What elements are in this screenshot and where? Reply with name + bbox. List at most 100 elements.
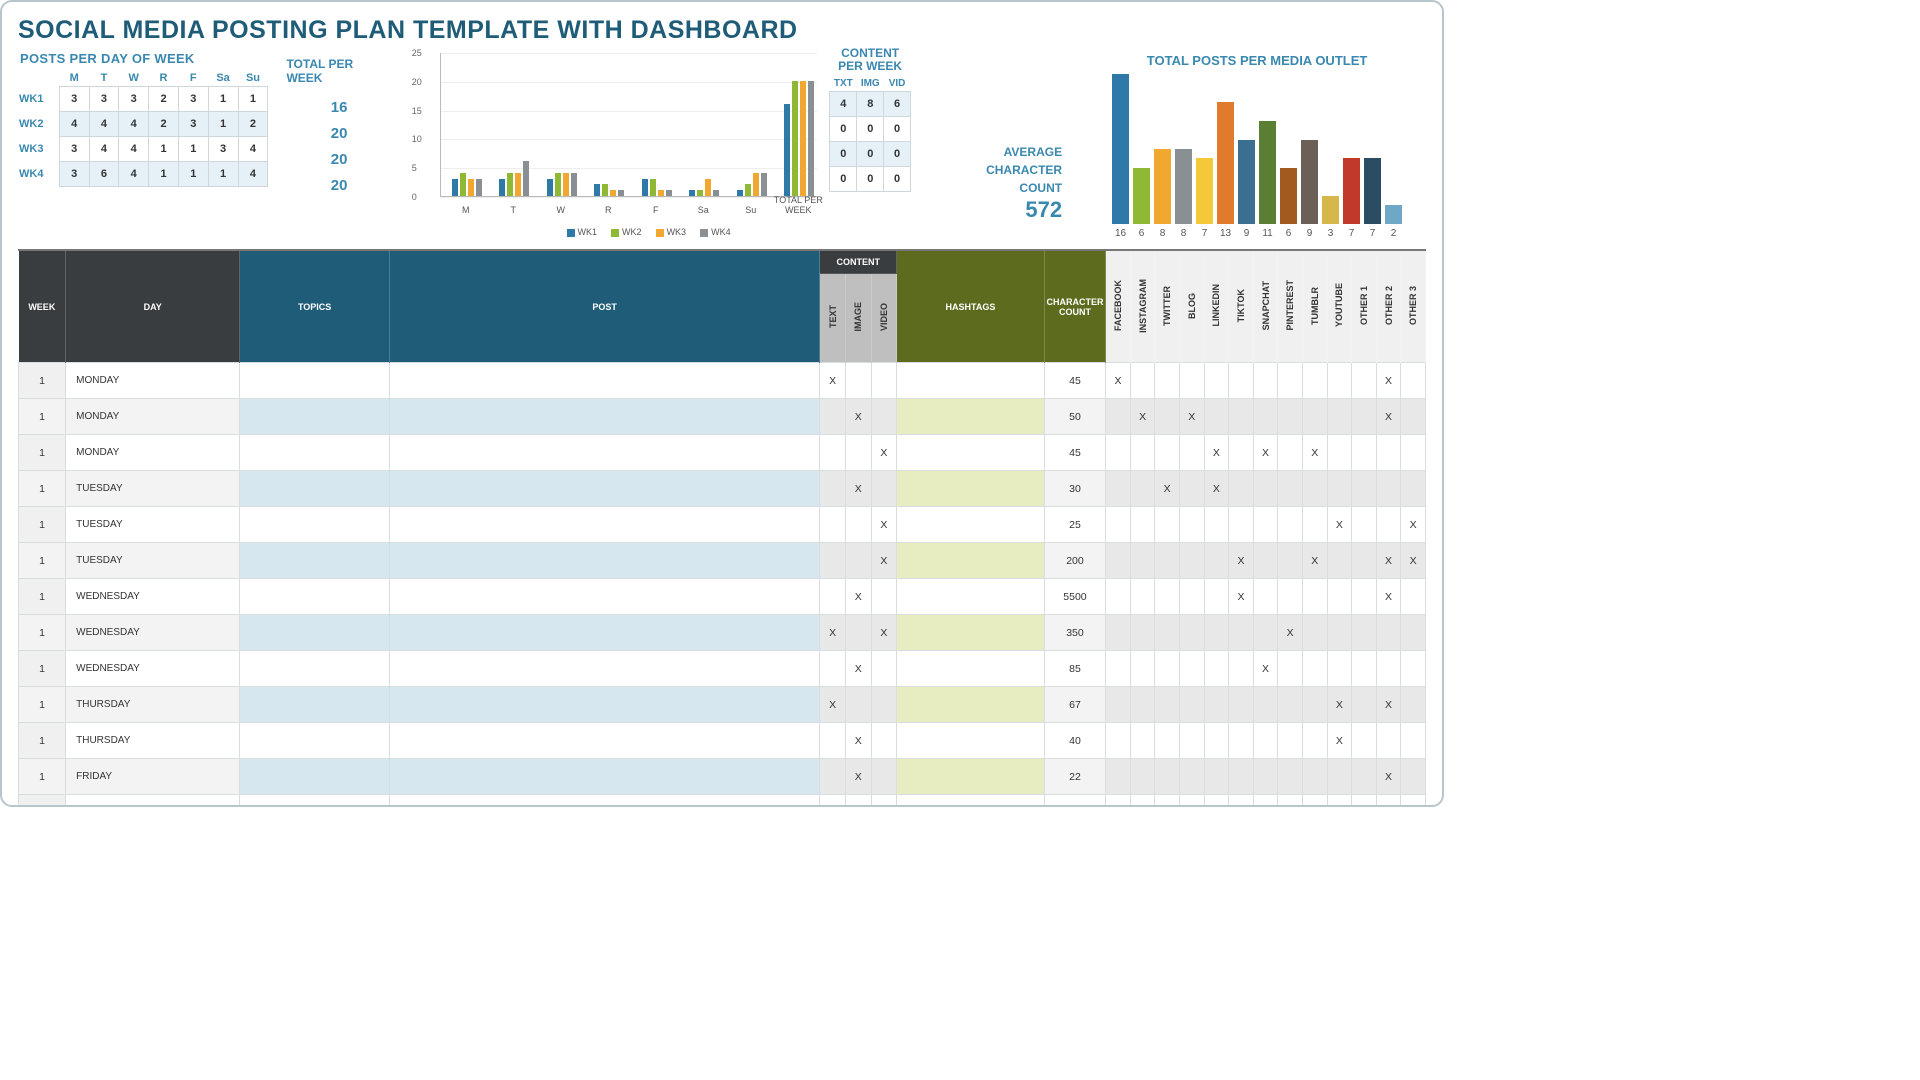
cell-outlet[interactable] <box>1352 471 1377 507</box>
cell-content-type[interactable] <box>845 507 871 543</box>
cell-outlet[interactable]: X <box>1204 471 1229 507</box>
cell-char-count[interactable]: 200 <box>1044 543 1105 579</box>
cell-outlet[interactable]: X <box>1302 543 1327 579</box>
ppd-cell[interactable]: 1 <box>238 87 268 112</box>
cell-content-type[interactable] <box>820 759 846 795</box>
cell-outlet[interactable] <box>1376 723 1401 759</box>
cell-outlet[interactable]: X <box>1327 507 1352 543</box>
ppd-cell[interactable]: 3 <box>59 137 89 162</box>
cell-outlet[interactable]: X <box>1302 435 1327 471</box>
cell-topics[interactable] <box>240 615 390 651</box>
cell-outlet[interactable] <box>1327 579 1352 615</box>
cell-outlet[interactable] <box>1106 507 1131 543</box>
cell-outlet[interactable] <box>1179 687 1204 723</box>
cell-hashtags[interactable] <box>897 399 1045 435</box>
cell-outlet[interactable] <box>1376 435 1401 471</box>
cell-outlet[interactable] <box>1278 543 1303 579</box>
cell-outlet[interactable] <box>1278 399 1303 435</box>
ppd-cell[interactable]: 4 <box>119 112 149 137</box>
cell-outlet[interactable] <box>1130 435 1155 471</box>
cell-content-type[interactable]: X <box>871 543 897 579</box>
cell-post[interactable] <box>389 759 819 795</box>
cell-content-type[interactable] <box>820 399 846 435</box>
cell-content-type[interactable] <box>845 687 871 723</box>
cell-outlet[interactable] <box>1278 507 1303 543</box>
cell-week[interactable]: 1 <box>19 471 66 507</box>
cell-outlet[interactable] <box>1401 651 1426 687</box>
cell-char-count[interactable]: 67 <box>1044 687 1105 723</box>
cell-outlet[interactable] <box>1352 363 1377 399</box>
cell-content-type[interactable]: X <box>845 759 871 795</box>
cell-hashtags[interactable] <box>897 615 1045 651</box>
cell-hashtags[interactable] <box>897 723 1045 759</box>
cell-outlet[interactable] <box>1155 651 1180 687</box>
cell-topics[interactable] <box>240 723 390 759</box>
cell-outlet[interactable] <box>1401 759 1426 795</box>
cell-topics[interactable] <box>240 507 390 543</box>
cell-outlet[interactable]: X <box>1352 795 1377 808</box>
cpw-cell[interactable]: 0 <box>884 142 911 167</box>
cell-char-count[interactable]: 22 <box>1044 759 1105 795</box>
cell-content-type[interactable] <box>845 363 871 399</box>
cell-content-type[interactable] <box>871 651 897 687</box>
cell-outlet[interactable]: X <box>1179 399 1204 435</box>
ppd-cell[interactable]: 3 <box>59 162 89 187</box>
cell-day[interactable]: TUESDAY <box>66 543 240 579</box>
cell-outlet[interactable]: X <box>1106 363 1131 399</box>
cell-outlet[interactable] <box>1130 687 1155 723</box>
cell-content-type[interactable]: X <box>871 615 897 651</box>
cell-hashtags[interactable] <box>897 579 1045 615</box>
cell-outlet[interactable] <box>1253 795 1278 808</box>
cell-outlet[interactable] <box>1229 795 1254 808</box>
cell-post[interactable] <box>389 471 819 507</box>
cell-outlet[interactable] <box>1352 507 1377 543</box>
ppd-cell[interactable]: 1 <box>208 112 238 137</box>
cell-outlet[interactable] <box>1130 759 1155 795</box>
cell-outlet[interactable] <box>1130 363 1155 399</box>
cell-hashtags[interactable] <box>897 471 1045 507</box>
cell-outlet[interactable] <box>1106 615 1131 651</box>
cell-content-type[interactable] <box>871 399 897 435</box>
cpw-cell[interactable]: 6 <box>884 92 911 117</box>
cell-outlet[interactable] <box>1253 471 1278 507</box>
cell-topics[interactable] <box>240 363 390 399</box>
cell-content-type[interactable] <box>820 723 846 759</box>
ppd-cell[interactable]: 3 <box>89 87 119 112</box>
cell-week[interactable]: 1 <box>19 363 66 399</box>
cell-day[interactable]: WEDNESDAY <box>66 615 240 651</box>
cell-outlet[interactable] <box>1327 435 1352 471</box>
cell-outlet[interactable] <box>1278 759 1303 795</box>
cell-outlet[interactable] <box>1130 795 1155 808</box>
cell-outlet[interactable]: X <box>1204 435 1229 471</box>
cell-outlet[interactable] <box>1253 399 1278 435</box>
cell-content-type[interactable]: X <box>820 363 846 399</box>
ppd-cell[interactable]: 3 <box>178 112 208 137</box>
cell-outlet[interactable]: X <box>1229 579 1254 615</box>
cell-outlet[interactable]: X <box>1376 687 1401 723</box>
cell-content-type[interactable] <box>845 615 871 651</box>
cell-outlet[interactable] <box>1327 399 1352 435</box>
cell-week[interactable]: 1 <box>19 723 66 759</box>
cell-outlet[interactable] <box>1278 435 1303 471</box>
cell-outlet[interactable] <box>1401 795 1426 808</box>
cell-post[interactable] <box>389 687 819 723</box>
cell-outlet[interactable] <box>1302 651 1327 687</box>
cell-outlet[interactable] <box>1106 435 1131 471</box>
cell-content-type[interactable]: X <box>845 651 871 687</box>
cell-outlet[interactable] <box>1229 651 1254 687</box>
cell-outlet[interactable] <box>1229 723 1254 759</box>
cell-day[interactable]: FRIDAY <box>66 759 240 795</box>
cell-outlet[interactable] <box>1179 363 1204 399</box>
cell-topics[interactable] <box>240 471 390 507</box>
cell-hashtags[interactable] <box>897 651 1045 687</box>
cell-content-type[interactable] <box>871 759 897 795</box>
ppd-cell[interactable]: 1 <box>178 137 208 162</box>
cell-outlet[interactable]: X <box>1376 795 1401 808</box>
cell-content-type[interactable] <box>871 687 897 723</box>
cell-outlet[interactable] <box>1253 759 1278 795</box>
ppd-cell[interactable]: 3 <box>59 87 89 112</box>
cell-outlet[interactable] <box>1352 579 1377 615</box>
ppd-cell[interactable]: 6 <box>89 162 119 187</box>
ppd-cell[interactable]: 1 <box>178 162 208 187</box>
cell-topics[interactable] <box>240 399 390 435</box>
